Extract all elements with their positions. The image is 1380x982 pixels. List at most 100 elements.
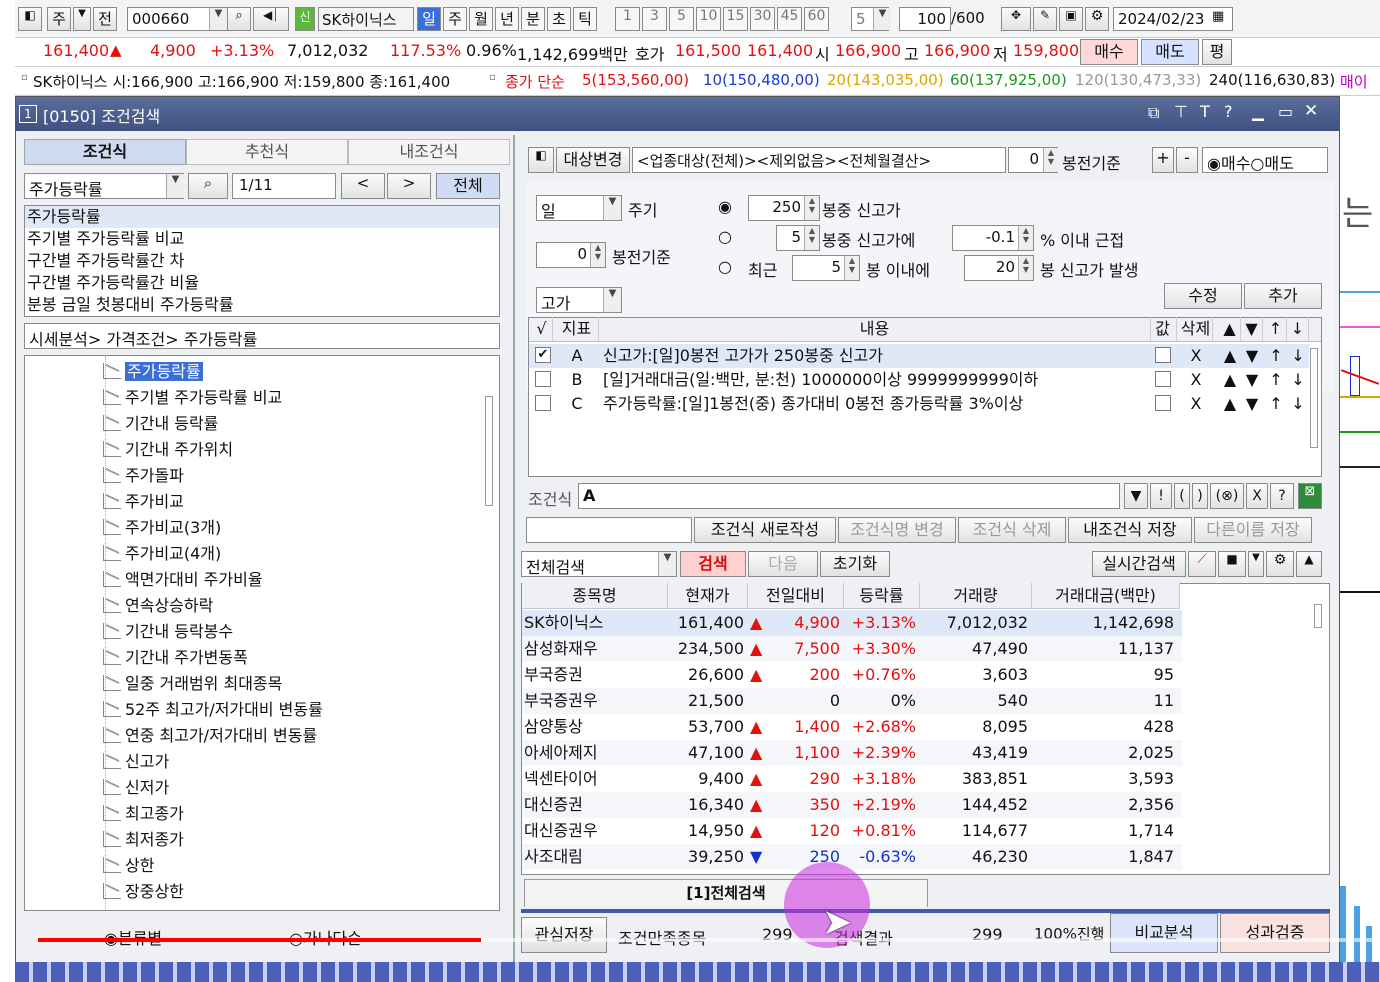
help-icon[interactable]: ? [1224, 102, 1233, 121]
grid-header[interactable]: 종목명 [522, 583, 668, 609]
maximize-icon[interactable]: ▭ [1278, 102, 1293, 121]
action-button[interactable]: 조건식명 변경 [838, 517, 956, 543]
move-up-icon[interactable]: ▲ [1219, 367, 1241, 393]
condition-value-checkbox[interactable] [1155, 395, 1171, 411]
tree-item[interactable]: 상한 [103, 852, 154, 878]
minute-tab[interactable]: 45 [777, 7, 802, 31]
stock-name-cell[interactable]: 사조대림 [524, 844, 666, 870]
tab-all[interactable]: 전 [93, 7, 117, 31]
grid-header[interactable]: 거래량 [920, 583, 1032, 609]
tree-item[interactable]: 기간내 등락봉수 [103, 618, 233, 644]
collapse-icon[interactable]: ▲ [1296, 551, 1322, 577]
move-top-icon[interactable]: ↑ [1265, 367, 1287, 393]
stock-name-cell[interactable]: 삼성화재우 [524, 636, 666, 662]
gear-icon[interactable]: ⚙ [1266, 551, 1294, 577]
stock-name-cell[interactable]: 부국증권우 [524, 688, 666, 714]
list-icon[interactable]: ■ [1218, 551, 1246, 577]
stock-name-cell[interactable]: 부국증권 [524, 662, 666, 688]
condition-value-checkbox[interactable] [1155, 371, 1171, 387]
minute-tab[interactable]: 3 [642, 7, 667, 31]
plus-button[interactable]: + [1152, 147, 1174, 173]
move-up-icon[interactable]: ▲ [1219, 391, 1241, 417]
tree-item[interactable]: 주가비교(4개) [103, 540, 221, 566]
crosshair-icon[interactable]: ✥ [1001, 7, 1031, 31]
grid-header[interactable]: 거래대금(백만) [1032, 583, 1180, 609]
save-icon[interactable]: ▣ [1059, 7, 1083, 31]
radio-alphabetical[interactable]: ○가나다순 [289, 925, 362, 949]
move-bottom-icon[interactable]: ↓ [1287, 367, 1309, 393]
search-icon[interactable]: ⌕ [188, 173, 228, 199]
next-page-button[interactable]: 다음 [748, 551, 818, 577]
delete-icon[interactable]: X [1179, 391, 1213, 417]
condition-checkbox[interactable] [535, 371, 551, 387]
scrollbar[interactable] [1314, 604, 1322, 628]
tab-conditions[interactable]: 조건식 [24, 139, 186, 165]
target-change-button[interactable]: 대상변경 [556, 147, 630, 173]
grid-header[interactable]: 현재가 [668, 583, 748, 609]
tree-item[interactable]: 기간내 주가위치 [103, 436, 233, 462]
restore-icon[interactable]: ⧉ [1148, 103, 1159, 123]
buy-sell-radio[interactable]: ◉매수○매도 [1202, 147, 1328, 173]
spinner[interactable]: ▲ ▼ [1043, 148, 1058, 172]
move-down-icon[interactable]: ▼ [1241, 367, 1263, 393]
minute-tab[interactable]: 5 [669, 7, 694, 31]
tool-icon[interactable]: ✎ [1033, 7, 1057, 31]
chevron-down-icon[interactable]: ▼ [1248, 551, 1264, 577]
calendar-icon[interactable]: ▦ [1212, 9, 1224, 24]
grid-header[interactable]: 등락률 [844, 583, 920, 609]
chevron-down-icon[interactable]: ▼ [73, 7, 91, 31]
spinner[interactable]: ▲ ▼ [804, 196, 819, 220]
stock-name-cell[interactable]: 대신증권 [524, 792, 666, 818]
minute-tab[interactable]: 15 [723, 7, 748, 31]
layout-icon[interactable]: ◧ [18, 7, 42, 31]
tree-item[interactable]: 신고가 [103, 748, 169, 774]
realtime-search-button[interactable]: 실시간검색 [1092, 551, 1186, 577]
tree-item[interactable]: 연중 최고가/저가대비 변동률 [103, 722, 317, 748]
next-button[interactable]: > [387, 173, 431, 199]
formula-button[interactable]: X [1246, 483, 1268, 509]
minus-button[interactable]: - [1176, 147, 1198, 173]
tab-my-conditions[interactable]: 내조건식 [348, 139, 510, 165]
stock-name-cell[interactable]: 삼양통상 [524, 714, 666, 740]
move-down-icon[interactable]: ▼ [1241, 391, 1263, 417]
radio-opt2[interactable]: ○ [718, 227, 732, 246]
formula-input[interactable]: A [578, 483, 1120, 509]
scrollbar[interactable] [485, 396, 493, 506]
action-button[interactable]: 조건식 새로작성 [694, 517, 836, 543]
action-button[interactable]: 다른이름 저장 [1194, 517, 1312, 543]
edit-button[interactable]: 수정 [1164, 283, 1242, 309]
minute-tab[interactable]: 10 [696, 7, 721, 31]
result-item[interactable]: 분봉 금일 첫봉대비 주가등락률 [25, 294, 499, 316]
period-tab[interactable]: 월 [469, 7, 493, 31]
condition-name-input[interactable] [526, 517, 692, 543]
chevron-down-icon[interactable]: ▼ [658, 552, 676, 576]
period-tab[interactable]: 년 [495, 7, 519, 31]
period-tab[interactable]: 주 [443, 7, 467, 31]
buy-button[interactable]: 매수 [1080, 39, 1138, 65]
add-button[interactable]: 추가 [1244, 283, 1322, 309]
close-icon[interactable]: ✕ [1304, 101, 1318, 121]
formula-button[interactable]: ! [1150, 483, 1172, 509]
tree-item[interactable]: 연속상승하락 [103, 592, 213, 618]
compare-analysis-button[interactable]: 비교분석 [1110, 913, 1218, 953]
video-progress-track[interactable] [38, 938, 1380, 942]
formula-button[interactable]: ( [1174, 483, 1190, 509]
prev-button[interactable]: < [341, 173, 385, 199]
delete-icon[interactable]: X [1179, 367, 1213, 393]
move-top-icon[interactable]: ↑ [1265, 343, 1287, 369]
chevron-down-icon[interactable]: ▼ [603, 196, 621, 220]
excel-icon[interactable]: ⊠ [1298, 483, 1322, 509]
formula-button[interactable]: ▼ [1124, 483, 1148, 509]
tree-item[interactable]: 기간내 등락률 [103, 410, 218, 436]
result-item[interactable]: 주기별 주가등락률 비교 [25, 228, 499, 250]
stock-name[interactable]: SK하이닉스 [318, 7, 414, 31]
speaker-icon[interactable]: ◀⏐ [253, 7, 289, 31]
credit-icon[interactable]: 신 [295, 7, 315, 31]
move-top-icon[interactable]: ↑ [1265, 391, 1287, 417]
spinner[interactable]: ▲ ▼ [590, 243, 605, 267]
tree-item[interactable]: 기간내 주가변동폭 [103, 644, 248, 670]
search-icon[interactable]: ⌕ [227, 7, 251, 31]
gear-icon[interactable]: ⚙ [1085, 7, 1109, 31]
chevron-down-icon[interactable]: ▼ [603, 288, 621, 312]
tree-item[interactable]: 주가비교(3개) [103, 514, 221, 540]
